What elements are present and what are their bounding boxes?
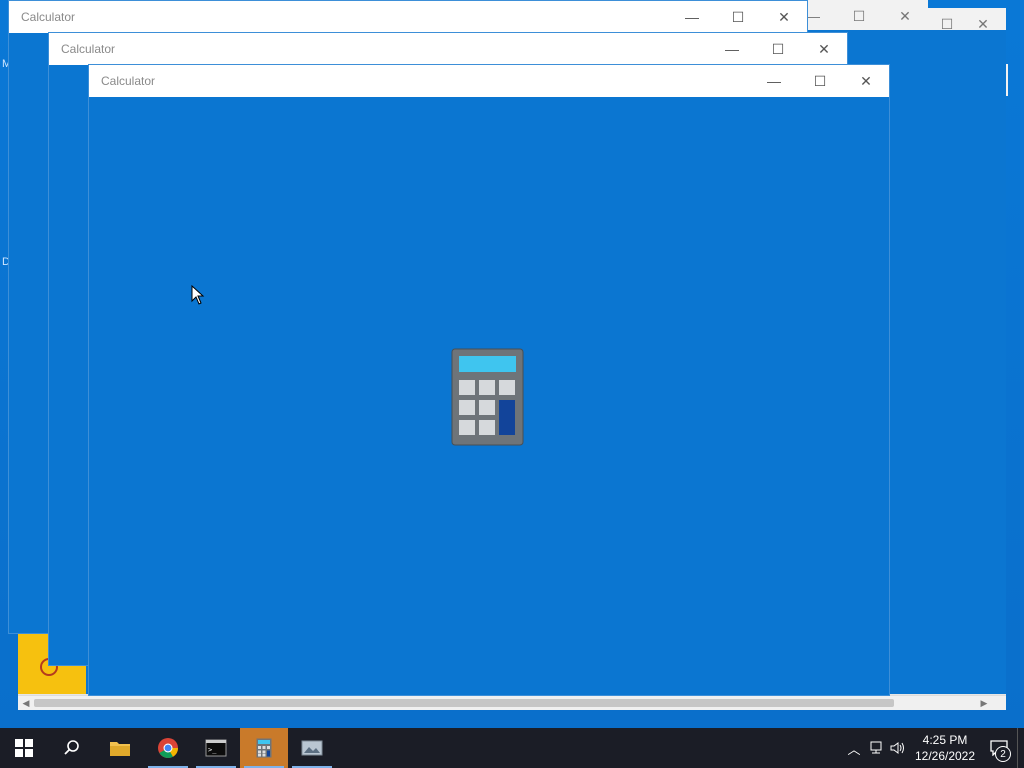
minimize-button[interactable]: — <box>669 1 715 33</box>
action-center-button[interactable]: 2 <box>981 728 1017 768</box>
calculator-taskbar-button[interactable] <box>240 728 288 768</box>
close-button[interactable]: ✕ <box>801 33 847 65</box>
folder-icon <box>110 742 130 756</box>
window-title: Calculator <box>101 74 156 88</box>
scroll-left-icon[interactable]: ◀ <box>18 696 34 710</box>
mouse-cursor-icon <box>191 285 205 305</box>
terminal-icon: >_ <box>205 739 227 757</box>
window-title: Calculator <box>21 10 76 24</box>
terminal-button[interactable]: >_ <box>192 728 240 768</box>
title-bar[interactable]: Calculator — ☐ ✕ <box>49 33 847 65</box>
maximize-button[interactable]: ☐ <box>715 1 761 33</box>
chrome-button[interactable] <box>144 728 192 768</box>
ghost-titlebar: — ☐ ✕ <box>806 0 928 32</box>
file-explorer-button[interactable] <box>96 728 144 768</box>
close-button[interactable]: ✕ <box>843 65 889 97</box>
show-hidden-icons-chevron-icon[interactable]: ︿ <box>843 739 865 758</box>
show-desktop-button[interactable] <box>1017 728 1024 768</box>
scroll-right-icon[interactable]: ▶ <box>976 696 992 710</box>
photos-icon <box>301 740 323 756</box>
network-icon[interactable] <box>865 741 887 755</box>
system-tray: ︿ 4:25 PM 12/26/2022 2 <box>843 728 1024 768</box>
calculator-splash-icon <box>451 348 524 446</box>
title-bar[interactable]: Calculator — ☐ ✕ <box>89 65 889 97</box>
volume-icon[interactable] <box>887 741 909 755</box>
maximize-button[interactable]: ☐ <box>836 0 882 32</box>
search-icon <box>64 740 79 755</box>
close-button[interactable]: ✕ <box>761 1 807 33</box>
start-button[interactable] <box>0 728 48 768</box>
maximize-button[interactable]: ☐ <box>755 33 801 65</box>
photos-button[interactable] <box>288 728 336 768</box>
calculator-icon <box>256 738 272 758</box>
clock[interactable]: 4:25 PM 12/26/2022 <box>909 732 981 764</box>
chrome-icon <box>158 738 179 759</box>
close-button[interactable]: ✕ <box>882 0 928 32</box>
window-title: Calculator <box>61 42 116 56</box>
svg-text:>_: >_ <box>208 746 217 754</box>
minimize-button[interactable]: — <box>751 65 797 97</box>
clock-time: 4:25 PM <box>922 733 968 747</box>
scrollbar-thumb[interactable] <box>34 699 894 707</box>
taskbar: >_ ︿ 4:25 PM 12/26/2022 2 <box>0 728 1024 768</box>
horizontal-scrollbar[interactable]: ◀ ▶ <box>18 695 1006 710</box>
search-button[interactable] <box>48 728 96 768</box>
maximize-button[interactable]: ☐ <box>797 65 843 97</box>
notification-count-badge: 2 <box>995 746 1011 762</box>
minimize-button[interactable]: — <box>709 33 755 65</box>
clock-date: 12/26/2022 <box>914 749 976 763</box>
title-bar[interactable]: Calculator — ☐ ✕ <box>9 1 807 33</box>
windows-logo-icon <box>15 739 33 757</box>
